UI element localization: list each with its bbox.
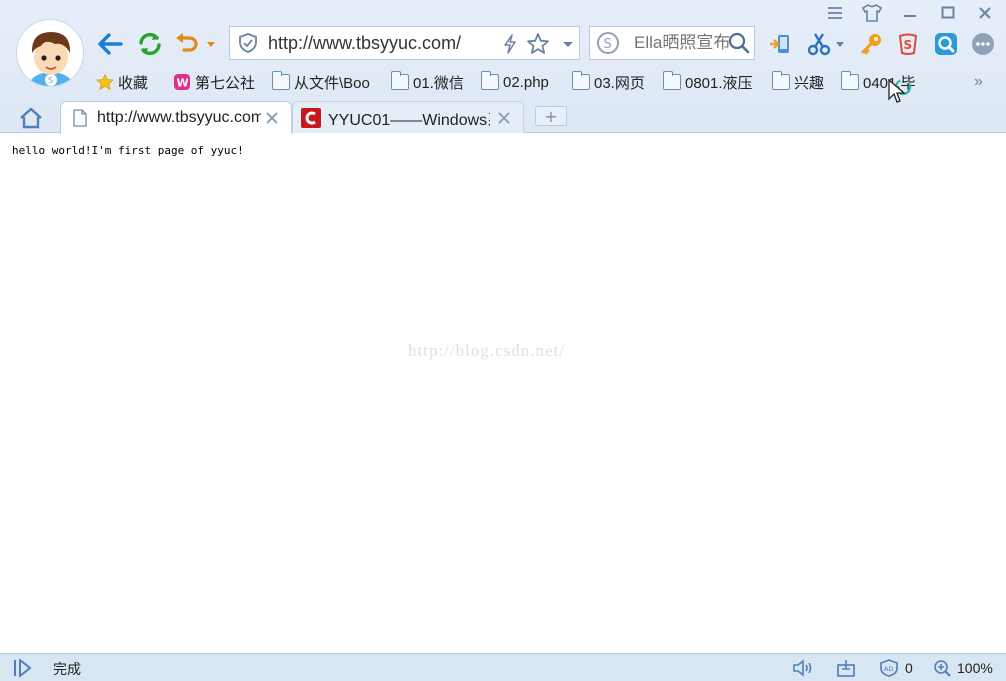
bookmark-label: 02.php bbox=[503, 73, 549, 91]
bookmarks-bar: 收藏 W 第七公社 从文件\Boo 01.微信 02.php 03.网页 080… bbox=[96, 70, 986, 94]
search-input[interactable] bbox=[634, 33, 734, 53]
minimize-icon[interactable] bbox=[899, 2, 921, 24]
bookmark-favorites[interactable]: 收藏 bbox=[96, 70, 148, 94]
star-icon[interactable] bbox=[526, 32, 550, 56]
bookmark-label: 兴趣 bbox=[794, 74, 825, 92]
bookmark-item[interactable]: 02.php bbox=[480, 70, 549, 94]
close-tab-icon[interactable] bbox=[265, 111, 279, 125]
sidebar-toggle-icon[interactable] bbox=[12, 658, 34, 678]
zoom-icon bbox=[934, 660, 951, 677]
bookmark-item[interactable]: 03.网页 bbox=[571, 70, 645, 94]
page-body-text: hello world!I'm first page of yyuc! bbox=[12, 144, 244, 157]
folder-icon bbox=[271, 71, 290, 90]
menu-icon[interactable] bbox=[824, 2, 846, 24]
key-icon[interactable] bbox=[860, 32, 884, 56]
back-arrow-icon[interactable] bbox=[96, 30, 124, 58]
svg-text:S: S bbox=[904, 38, 913, 52]
url-text[interactable]: http://www.tbsyyuc.com/ bbox=[268, 33, 488, 54]
svg-text:S: S bbox=[604, 37, 612, 52]
bookmark-item[interactable]: 兴趣 bbox=[771, 70, 825, 94]
new-tab-button[interactable]: + bbox=[535, 106, 567, 126]
bookmark-item[interactable]: W 第七公社 bbox=[173, 70, 255, 94]
page-content: hello world!I'm first page of yyuc! http… bbox=[0, 133, 1006, 653]
translate-icon[interactable]: S bbox=[896, 32, 920, 56]
shield-icon[interactable] bbox=[238, 33, 258, 53]
scissors-icon[interactable] bbox=[806, 32, 848, 56]
lightning-icon[interactable] bbox=[500, 34, 520, 54]
folder-icon bbox=[840, 71, 859, 90]
sound-icon[interactable] bbox=[792, 659, 814, 677]
bookmark-item[interactable]: 从文件\Boo bbox=[271, 70, 370, 94]
browser-chrome: S http://www.tbsyyuc.com/ S Ella晒照宣布 S 收… bbox=[0, 0, 1006, 134]
skin-icon[interactable] bbox=[861, 2, 883, 24]
bookmark-label: 01.微信 bbox=[413, 74, 464, 92]
network-icon[interactable] bbox=[836, 659, 856, 677]
tab-inactive[interactable]: YYUC01——Windows系统 bbox=[292, 101, 524, 133]
close-icon[interactable] bbox=[974, 2, 996, 24]
bookmark-label: 0801.液压 bbox=[685, 74, 753, 92]
status-text: 完成 bbox=[53, 661, 81, 677]
folder-icon bbox=[571, 71, 590, 90]
svg-text:S: S bbox=[48, 76, 53, 85]
sogou-search-icon: S bbox=[597, 32, 619, 54]
refresh-icon[interactable] bbox=[136, 30, 164, 58]
watermark: http://blog.csdn.net/ bbox=[408, 341, 565, 360]
maximize-icon[interactable] bbox=[937, 2, 959, 24]
svg-text:W: W bbox=[177, 77, 189, 90]
dropdown-icon[interactable] bbox=[558, 34, 578, 54]
tab-title: http://www.tbsyyuc.com/ bbox=[97, 109, 261, 126]
folder-icon bbox=[662, 71, 681, 90]
mouse-cursor-icon bbox=[888, 79, 912, 103]
status-bar: 完成 AD 0 100% bbox=[0, 653, 1006, 681]
tab-active[interactable]: http://www.tbsyyuc.com/ bbox=[60, 101, 292, 134]
user-avatar[interactable]: S bbox=[16, 19, 84, 87]
zoom-control[interactable]: 100% bbox=[933, 659, 993, 677]
star-icon bbox=[96, 74, 114, 90]
tab-title: YYUC01——Windows系统 bbox=[328, 111, 490, 129]
bookmark-label: 从文件\Boo bbox=[294, 74, 370, 92]
svg-text:AD: AD bbox=[884, 665, 893, 673]
zoom-level: 100% bbox=[957, 660, 993, 676]
phone-sync-icon[interactable] bbox=[768, 32, 792, 56]
magnifier-app-icon[interactable] bbox=[934, 32, 958, 56]
bookmark-item[interactable]: 0801.液压 bbox=[662, 70, 753, 94]
folder-icon bbox=[480, 71, 499, 90]
address-bar[interactable]: http://www.tbsyyuc.com/ bbox=[229, 26, 580, 60]
ad-block-icon[interactable]: AD 0 bbox=[879, 659, 913, 677]
bookmark-label: 第七公社 bbox=[195, 74, 256, 92]
site-w-icon: W bbox=[174, 74, 190, 90]
more-icon[interactable] bbox=[971, 32, 995, 56]
folder-icon bbox=[390, 71, 409, 90]
folder-icon bbox=[771, 71, 790, 90]
search-box[interactable]: S bbox=[589, 26, 755, 60]
tab-bar: http://www.tbsyyuc.com/ YYUC01——Windows系… bbox=[0, 100, 1006, 134]
home-icon[interactable] bbox=[18, 106, 44, 130]
close-tab-icon[interactable] bbox=[497, 111, 511, 125]
more-bookmarks-chevron-icon[interactable]: » bbox=[974, 70, 983, 94]
search-icon[interactable] bbox=[728, 32, 750, 54]
undo-icon[interactable] bbox=[174, 30, 216, 58]
page-icon bbox=[73, 109, 87, 127]
bookmark-item[interactable]: 01.微信 bbox=[390, 70, 464, 94]
site-c-icon bbox=[301, 107, 321, 128]
bookmark-label: 收藏 bbox=[118, 74, 149, 92]
bookmark-label: 03.网页 bbox=[594, 74, 645, 92]
ad-block-count: 0 bbox=[905, 660, 913, 676]
